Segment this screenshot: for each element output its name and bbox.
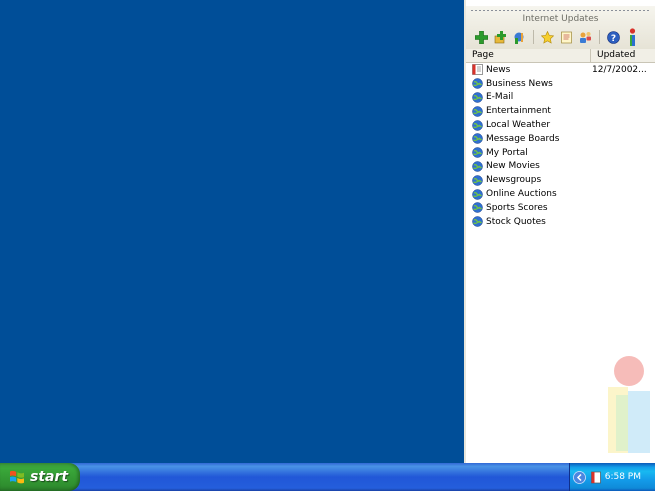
list-item[interactable]: New Movies [466, 160, 655, 174]
properties-button[interactable] [510, 28, 528, 46]
internet-updates-tray-icon[interactable] [590, 471, 603, 484]
list-item-label: New Movies [486, 161, 540, 172]
list-item-label: Sports Scores [486, 202, 548, 213]
internet-updates-panel: Internet Updates ? Page Updated News 12/… [464, 0, 655, 463]
taskbar: start 6:58 PM [0, 463, 655, 491]
list-item[interactable]: Local Weather [466, 118, 655, 132]
globe-icon [472, 202, 483, 214]
globe-icon [472, 119, 483, 131]
list-item[interactable]: Newsgroups [466, 173, 655, 187]
news-page-icon [472, 64, 483, 76]
panel-toolbar: ? [472, 28, 651, 46]
column-header-updated[interactable]: Updated [591, 49, 655, 62]
page-list: News 12/7/2002... Business News E-Mail Enter… [466, 63, 655, 229]
list-item-label: Online Auctions [486, 189, 557, 200]
help-icon: ? [606, 30, 620, 44]
toolbar-separator [599, 30, 600, 44]
add-group-button[interactable] [491, 28, 509, 46]
help-button[interactable]: ? [604, 28, 622, 46]
watermark-logo-icon [608, 356, 650, 453]
globe-icon [472, 92, 483, 103]
globe-icon [472, 188, 483, 200]
globe-icon [472, 175, 483, 186]
list-item-label: Entertainment [486, 106, 551, 117]
list-item[interactable]: E-Mail [466, 91, 655, 105]
list-item[interactable]: Entertainment [466, 104, 655, 118]
list-item[interactable]: Message Boards [466, 132, 655, 146]
list-item-label: My Portal [486, 147, 528, 158]
list-item[interactable]: Business News [466, 77, 655, 91]
globe-icon [472, 106, 483, 117]
info-button[interactable] [623, 28, 641, 46]
windows-logo-icon [10, 470, 24, 484]
users-icon [579, 31, 591, 43]
list-item-updated: 12/7/2002... [592, 64, 647, 75]
start-label: start [30, 469, 69, 485]
list-item-label: Message Boards [486, 133, 560, 144]
add-icon [474, 30, 488, 44]
column-header-page[interactable]: Page [466, 49, 591, 62]
list-item-label: E-Mail [486, 92, 514, 103]
list-item-label: Newsgroups [486, 175, 542, 186]
list-item-label: Local Weather [486, 120, 551, 131]
favorite-button[interactable] [538, 28, 556, 46]
globe-icon [472, 216, 483, 227]
toolbar-separator [533, 30, 534, 44]
notes-button[interactable] [557, 28, 575, 46]
show-hidden-icons-icon[interactable] [573, 470, 586, 484]
svg-text:?: ? [610, 34, 615, 44]
desktop[interactable] [0, 0, 464, 463]
list-item[interactable]: Stock Quotes [466, 215, 655, 229]
globe-icon [472, 78, 483, 89]
favorite-icon [540, 30, 554, 44]
list-item[interactable]: My Portal [466, 146, 655, 160]
panel-header: Internet Updates ? [466, 6, 655, 50]
users-button[interactable] [576, 28, 594, 46]
list-item[interactable]: Sports Scores [466, 201, 655, 215]
add-group-icon [494, 30, 506, 43]
list-item-label: Stock Quotes [486, 216, 546, 227]
list-item-label: Business News [486, 78, 553, 89]
start-button[interactable]: start [0, 463, 80, 491]
list-item-label: News [486, 64, 511, 75]
list-item[interactable]: News 12/7/2002... [466, 63, 655, 77]
add-button[interactable] [472, 28, 490, 46]
column-headers: Page Updated [466, 49, 655, 63]
properties-icon [514, 32, 523, 44]
list-item[interactable]: Online Auctions [466, 187, 655, 201]
clock[interactable]: 6:58 PM [605, 472, 641, 482]
notes-icon [560, 31, 572, 43]
system-tray: 6:58 PM [569, 463, 655, 491]
panel-title: Internet Updates [522, 14, 599, 24]
panel-grip[interactable] [470, 9, 651, 12]
globe-icon [472, 133, 483, 145]
globe-icon [472, 161, 483, 172]
globe-icon [472, 147, 483, 158]
info-icon [629, 28, 635, 46]
